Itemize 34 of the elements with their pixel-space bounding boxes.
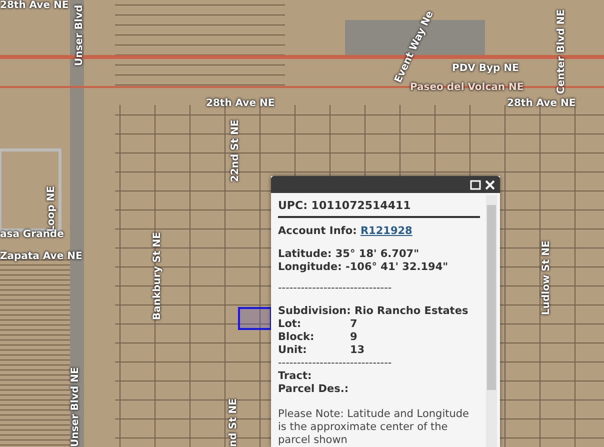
- account-link[interactable]: R121928: [360, 225, 412, 237]
- close-icon[interactable]: [485, 180, 495, 190]
- detail-label: Block:: [278, 330, 316, 344]
- scrollbar[interactable]: [486, 195, 497, 447]
- street-label: nd St NE: [228, 398, 240, 447]
- street-label: 28th Ave NE: [206, 98, 275, 110]
- street-label: Zapata Ave NE: [0, 251, 82, 263]
- street-label: Center Blvd NE: [556, 9, 568, 94]
- separator-text: ------------------------------: [278, 356, 393, 370]
- detail-value: 13: [350, 344, 366, 357]
- street-label: 28th Ave NE: [0, 0, 69, 12]
- street-label: Unser Blvd: [74, 4, 86, 66]
- account-label: Account Info:: [278, 225, 358, 237]
- street-label: Unser Blvd NE: [70, 367, 82, 447]
- detail-label: Unit:: [278, 344, 308, 357]
- field-label: Tract:: [278, 370, 313, 383]
- maximize-icon[interactable]: [470, 180, 481, 190]
- street-label: Ludlow St NE: [541, 240, 553, 315]
- detail-value: 7: [350, 318, 358, 331]
- separator-text: ------------------------------: [278, 282, 393, 296]
- subdivision-text: Subdivision: Rio Rancho Estates: [278, 304, 470, 318]
- street-label: Paseo del Volcan NE: [410, 82, 524, 94]
- detail-label: Lot:: [278, 318, 302, 331]
- upc-text: UPC: 1011072514411: [278, 199, 480, 218]
- coordinate-text: Longitude: -106° 41' 32.194": [278, 260, 450, 274]
- coordinate-text: Latitude: 35° 18' 6.707": [278, 248, 420, 261]
- street-label: PDV Byp NE: [452, 63, 519, 75]
- note-text: Please Note: Latitude and Longitude is the approximate center of the parcel shown: [278, 408, 470, 447]
- street-label: 28th Ave NE: [507, 98, 576, 110]
- street-label: 22nd St NE: [230, 120, 242, 182]
- selected-parcel-outline: [238, 307, 272, 331]
- street-label: Bankbury St NE: [152, 232, 164, 320]
- field-label: Parcel Des.:: [278, 382, 350, 396]
- detail-value: 9: [350, 330, 358, 344]
